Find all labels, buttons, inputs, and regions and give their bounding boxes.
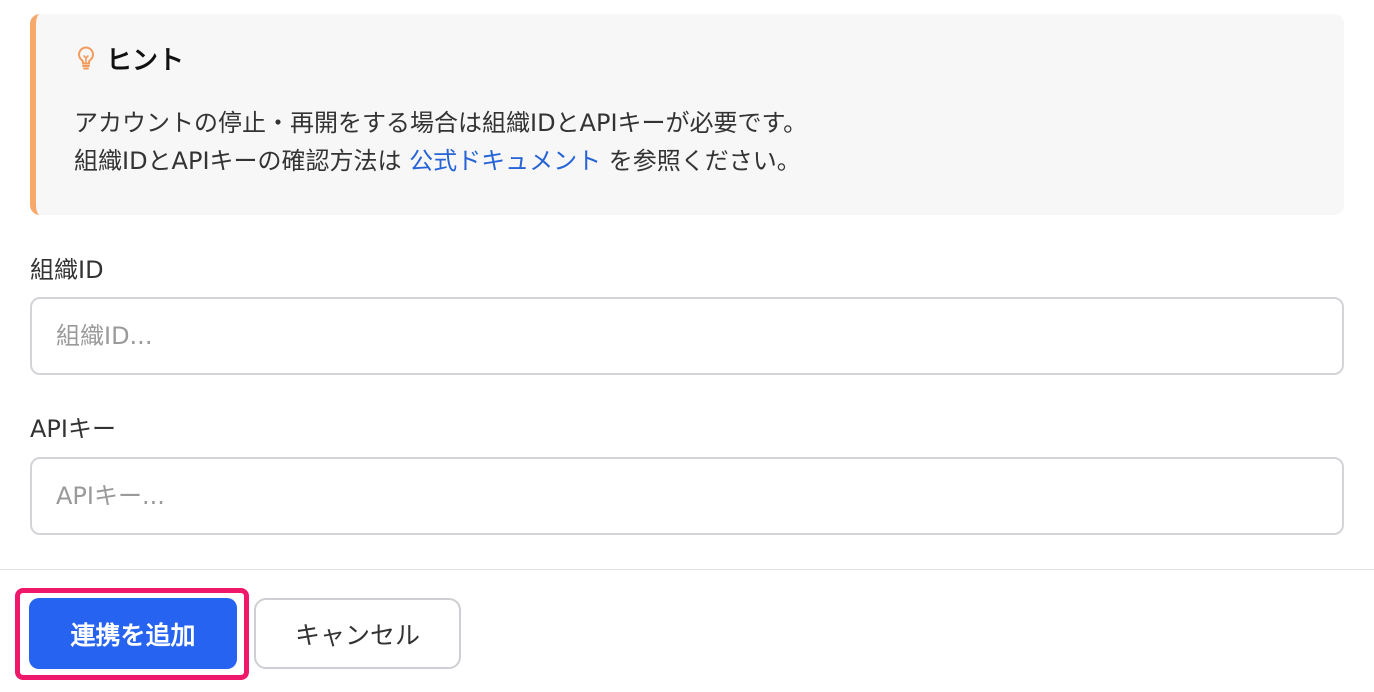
hint-line-2-suffix: を参照ください。 [601,147,801,175]
integration-form-page: ヒント アカウントの停止・再開をする場合は組織IDとAPIキーが必要です。 組織… [0,0,1374,692]
add-integration-button[interactable]: 連携を追加 [29,598,237,669]
api-key-label: APIキー [30,415,116,443]
org-id-label: 組織ID [30,256,104,284]
footer-divider [0,569,1374,570]
hint-callout: ヒント アカウントの停止・再開をする場合は組織IDとAPIキーが必要です。 組織… [30,14,1344,215]
org-id-input[interactable] [30,297,1344,375]
official-docs-link[interactable]: 公式ドキュメント [409,147,601,175]
api-key-input[interactable] [30,457,1344,535]
hint-title: ヒント [106,45,185,76]
hint-header: ヒント [74,40,1344,76]
cancel-button[interactable]: キャンセル [254,598,461,669]
hint-line-2-prefix: 組織IDとAPIキーの確認方法は [74,147,410,175]
hint-line-2: 組織IDとAPIキーの確認方法は 公式ドキュメント を参照ください。 [74,142,1344,180]
lightbulb-icon [78,46,94,70]
hint-line-1: アカウントの停止・再開をする場合は組織IDとAPIキーが必要です。 [74,109,808,137]
